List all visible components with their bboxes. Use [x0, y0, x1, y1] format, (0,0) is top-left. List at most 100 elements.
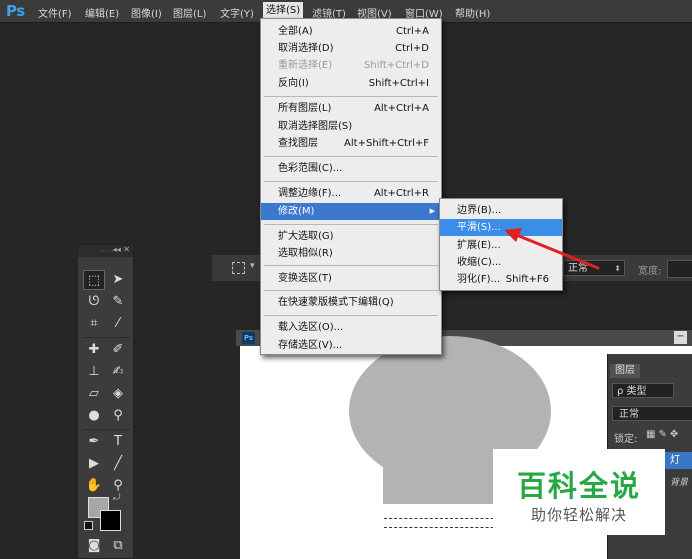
quick-mask-icon[interactable]: ◙ [83, 536, 105, 556]
menu-item-label: 变换选区(T) [278, 273, 332, 284]
menu-help[interactable]: 帮助(H) [455, 5, 490, 20]
submenu-arrow-icon: ▶ [429, 207, 435, 215]
menu-item-grow[interactable]: 扩大选取(G) [261, 228, 441, 245]
menu-divider [264, 315, 438, 316]
menu-item-label: 收缩(C)... [457, 257, 502, 268]
menu-item-label: 扩展(E)... [457, 240, 501, 251]
blur-tool-icon[interactable]: ● [83, 406, 105, 426]
menu-layer[interactable]: 图层(L) [173, 5, 206, 20]
move-tool-icon[interactable]: ➤ [107, 270, 129, 290]
layer-row-background[interactable]: 背景 [664, 475, 692, 492]
menu-item-label: 取消选择图层(S) [278, 121, 353, 132]
history-brush-tool-icon[interactable]: ✍ [107, 362, 129, 382]
menu-item-label: 取消选择(D) [278, 43, 334, 54]
menu-image[interactable]: 图像(I) [131, 5, 162, 20]
menu-item-label: 边界(B)... [457, 205, 502, 216]
menu-item-label: 全部(A) [278, 26, 313, 37]
background-color-swatch[interactable] [100, 510, 121, 531]
menu-divider [264, 224, 438, 225]
watermark: 百科全说 助你轻松解决 [493, 449, 665, 535]
menu-item-label: 查找图层 [278, 138, 318, 149]
menu-item-modify[interactable]: 修改(M) ▶ [261, 203, 441, 220]
menu-item-shortcut: Alt+Shift+Ctrl+F [344, 138, 429, 149]
menu-item-label: 载入选区(O)... [278, 322, 344, 333]
menu-item-label: 调整边缘(F)... [278, 188, 342, 199]
brush-tool-icon[interactable]: ✐ [107, 340, 129, 360]
menu-item-refine-edge[interactable]: 调整边缘(F)... Alt+Ctrl+R [261, 185, 441, 202]
menu-item-shortcut: Alt+Ctrl+A [374, 103, 429, 114]
menu-item-similar[interactable]: 选取相似(R) [261, 245, 441, 262]
tab-layers[interactable]: 图层 [610, 364, 640, 378]
width-label: 宽度: [638, 266, 662, 277]
hand-tool-icon[interactable]: ✋ [83, 476, 105, 496]
clone-stamp-tool-icon[interactable]: ⊥ [83, 362, 105, 382]
submenu-item-border[interactable]: 边界(B)... [440, 202, 562, 219]
dodge-tool-icon[interactable]: ⚲ [107, 406, 129, 426]
layer-blend-mode-select[interactable]: 正常 [612, 406, 692, 421]
document-ps-icon: Ps [242, 332, 255, 344]
lock-options-icon[interactable]: ▦✎✥ [646, 429, 681, 440]
menu-edit[interactable]: 编辑(E) [85, 5, 119, 20]
menu-item-all-layers[interactable]: 所有图层(L) Alt+Ctrl+A [261, 100, 441, 117]
menu-item-find-layers[interactable]: 查找图层 Alt+Shift+Ctrl+F [261, 135, 441, 152]
menu-item-shortcut: Alt+Ctrl+R [373, 188, 429, 199]
menu-item-select-all[interactable]: 全部(A) Ctrl+A [261, 23, 441, 40]
menu-divider [264, 96, 438, 97]
menu-item-label: 重新选择(E) [278, 60, 333, 71]
crop-tool-icon[interactable]: ⌗ [83, 314, 105, 334]
collapse-icon[interactable]: ◂◂ ✕ [113, 245, 130, 254]
marquee-tool-icon[interactable]: ⬚ [83, 270, 105, 290]
menu-item-transform-selection[interactable]: 变换选区(T) [261, 270, 441, 287]
menu-divider [264, 265, 438, 266]
chevron-down-icon[interactable]: ▾ [250, 261, 255, 271]
menu-item-load-selection[interactable]: 载入选区(O)... [261, 319, 441, 336]
menu-item-color-range[interactable]: 色彩范围(C)... [261, 160, 441, 177]
default-colors-icon[interactable] [84, 521, 93, 530]
layer-kind-filter[interactable]: ρ 类型 [612, 383, 674, 398]
width-field[interactable] [667, 260, 692, 278]
quick-select-tool-icon[interactable]: ✎ [107, 292, 129, 312]
menu-item-quick-mask[interactable]: 在快速蒙版模式下编辑(Q) [261, 294, 441, 311]
watermark-title: 百科全说 [516, 469, 641, 503]
menu-item-shortcut: Ctrl+A [395, 26, 429, 37]
menu-item-label: 存储选区(V)... [278, 340, 343, 351]
tools-divider [82, 337, 130, 338]
lasso-tool-icon[interactable]: ᘎ [83, 292, 105, 312]
menu-item-inverse[interactable]: 反向(I) Shift+Ctrl+I [261, 75, 441, 92]
menu-item-label: 反向(I) [278, 78, 309, 89]
photoshop-logo: Ps [6, 2, 25, 20]
healing-brush-tool-icon[interactable]: ✚ [83, 340, 105, 360]
tools-divider [82, 429, 130, 430]
swap-colors-icon[interactable]: ⤾ [113, 493, 121, 503]
select-menu-dropdown: 全部(A) Ctrl+A 取消选择(D) Ctrl+D 重新选择(E) Shif… [260, 18, 442, 355]
watermark-subtitle: 助你轻松解决 [530, 506, 627, 524]
menu-file[interactable]: 文件(F) [38, 5, 72, 20]
screen-mode-icon[interactable]: ⧉ [107, 536, 129, 556]
menu-item-label: 平滑(S)... [457, 222, 501, 233]
paint-bucket-tool-icon[interactable]: ◈ [107, 384, 129, 404]
menu-item-deselect-layers[interactable]: 取消选择图层(S) [261, 118, 441, 135]
layer-row-selected[interactable]: 灯 [664, 452, 692, 469]
lock-label: 锁定: [614, 434, 638, 445]
menu-type[interactable]: 文字(Y) [220, 5, 254, 20]
minimize-icon[interactable]: − [674, 331, 687, 344]
submenu-item-feather[interactable]: 羽化(F)... Shift+F6 [440, 271, 562, 288]
menu-item-save-selection[interactable]: 存储选区(V)... [261, 337, 441, 354]
menu-item-label: 修改(M) [278, 206, 315, 217]
marquee-preset-icon[interactable] [232, 262, 245, 274]
eyedropper-tool-icon[interactable]: ⁄ [107, 314, 129, 334]
type-tool-icon[interactable]: T [107, 432, 129, 452]
pen-tool-icon[interactable]: ✒ [83, 432, 105, 452]
annotation-arrow-icon [504, 228, 600, 270]
eraser-tool-icon[interactable]: ▱ [83, 384, 105, 404]
menu-item-reselect: 重新选择(E) Shift+Ctrl+D [261, 57, 441, 74]
menu-item-shortcut: Shift+F6 [505, 274, 549, 285]
menu-item-label: 色彩范围(C)... [278, 163, 343, 174]
updown-arrow-icon: ⬍ [614, 264, 621, 273]
menu-item-deselect[interactable]: 取消选择(D) Ctrl+D [261, 40, 441, 57]
line-tool-icon[interactable]: ╱ [107, 454, 129, 474]
tools-panel-header[interactable]: ⋯⋯ ◂◂ ✕ [78, 245, 133, 257]
menu-item-shortcut: Shift+Ctrl+D [364, 60, 429, 71]
menu-item-shortcut: Ctrl+D [395, 43, 429, 54]
path-select-tool-icon[interactable]: ▶ [83, 454, 105, 474]
